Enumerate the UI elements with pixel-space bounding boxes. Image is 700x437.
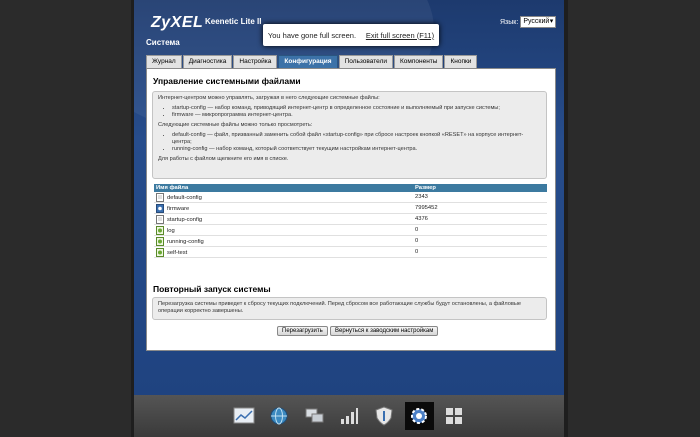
files-footer: Для работы с файлом щелкните его имя в с… — [158, 156, 289, 162]
table-row[interactable]: default-config 2343 — [154, 192, 547, 203]
chevron-down-icon: ▾ — [549, 18, 554, 25]
table-row[interactable]: firmware 7995452 — [154, 202, 547, 214]
tab-diagnostics[interactable]: Диагностика — [182, 55, 233, 69]
tab-configuration[interactable]: Конфигурация — [278, 55, 338, 69]
bullet-running-config: running-config — набор команд, который с… — [172, 146, 541, 153]
table-row[interactable]: running-config 0 — [154, 235, 547, 247]
apps-icon — [446, 408, 463, 424]
tab-bar: Журнал Диагностика Настройка Конфигураци… — [146, 55, 478, 69]
table-row[interactable]: self-test 0 — [154, 246, 547, 258]
files-bullets-2: default-config — файл, призванный замени… — [166, 132, 541, 153]
files-intro-2: Следующие системные файлы можно только п… — [158, 122, 313, 128]
factory-reset-button[interactable]: Вернуться к заводским настройкам — [330, 326, 439, 336]
reboot-text: Перезагрузка системы приведет к сбросу т… — [158, 301, 521, 314]
dock-item-monitor[interactable] — [229, 402, 258, 430]
files-intro: Интернет-центром можно управлять, загруж… — [158, 95, 380, 101]
file-name[interactable]: startup-config — [167, 217, 202, 223]
dock-item-wifi[interactable] — [334, 402, 363, 430]
dock-item-internet[interactable] — [264, 402, 293, 430]
language-dropdown[interactable]: Русский ▾ — [520, 16, 557, 28]
file-name[interactable]: running-config — [167, 239, 204, 245]
dock-item-apps[interactable] — [440, 402, 469, 430]
globe-icon — [270, 407, 288, 425]
bullet-firmware: firmware — микропрограмма интернет-центр… — [172, 112, 541, 119]
files-info-box: Интернет-центром можно управлять, загруж… — [152, 91, 547, 179]
toast-message: You have gone full screen. — [267, 30, 357, 40]
tab-journal[interactable]: Журнал — [146, 55, 182, 69]
zyxel-logo: ZyXEL — [151, 14, 204, 31]
log-icon — [156, 236, 164, 246]
reboot-info-box: Перезагрузка системы приведет к сбросу т… — [152, 297, 547, 320]
reboot-button[interactable]: Перезагрузить — [277, 326, 328, 336]
file-icon — [156, 192, 164, 202]
reboot-section-title: Повторный запуск системы — [153, 284, 271, 294]
file-size: 4376 — [413, 213, 547, 225]
file-size: 7995452 — [413, 202, 547, 214]
page-title: Система — [146, 38, 180, 47]
file-name[interactable]: default-config — [167, 195, 202, 201]
column-name: Имя файла — [154, 184, 413, 192]
tab-buttons[interactable]: Кнопки — [444, 55, 478, 69]
file-size: 0 — [413, 235, 547, 247]
model-name: Keenetic Lite II — [205, 17, 262, 26]
gear-icon — [156, 203, 164, 213]
tab-users[interactable]: Пользователи — [338, 55, 393, 69]
dock — [229, 401, 469, 431]
column-size: Размер — [413, 184, 547, 192]
language-value: Русский — [523, 18, 550, 25]
table-header: Имя файла Размер — [154, 184, 547, 192]
language-label: Язык: — [500, 18, 519, 26]
dock-item-security[interactable] — [370, 402, 399, 430]
files-section-title: Управление системными файлами — [153, 76, 301, 86]
table-row[interactable]: log 0 — [154, 224, 547, 236]
network-icon — [305, 408, 324, 423]
tab-components[interactable]: Компоненты — [394, 55, 444, 69]
dock-item-system[interactable] — [404, 402, 434, 430]
file-name[interactable]: firmware — [167, 206, 189, 212]
language-selector: Язык: Русский ▾ — [500, 16, 557, 28]
chart-icon — [233, 407, 255, 424]
file-name[interactable]: log — [167, 228, 175, 234]
log-icon — [156, 247, 164, 257]
shield-icon — [375, 406, 393, 426]
table-row[interactable]: startup-config 4376 — [154, 213, 547, 225]
file-size: 0 — [413, 224, 547, 236]
exit-fullscreen-link[interactable]: Exit full screen (F11) — [366, 31, 434, 40]
files-bullets-1: startup-config — набор команд, приводящи… — [166, 105, 541, 119]
bullet-default-config: default-config — файл, призванный замени… — [172, 132, 541, 146]
tab-settings[interactable]: Настройка — [233, 55, 278, 69]
file-name[interactable]: self-test — [167, 250, 187, 256]
signal-icon — [340, 408, 358, 424]
fullscreen-toast: You have gone full screen. Exit full scr… — [263, 24, 439, 46]
gear-icon — [411, 408, 428, 424]
file-icon — [156, 214, 164, 224]
bullet-startup-config: startup-config — набор команд, приводящи… — [172, 105, 541, 112]
files-table: Имя файла Размер default-config 2343 fir… — [154, 184, 547, 258]
log-icon — [156, 225, 164, 235]
file-size: 0 — [413, 246, 547, 258]
dock-item-home-network[interactable] — [299, 402, 328, 430]
file-size: 2343 — [413, 192, 547, 203]
